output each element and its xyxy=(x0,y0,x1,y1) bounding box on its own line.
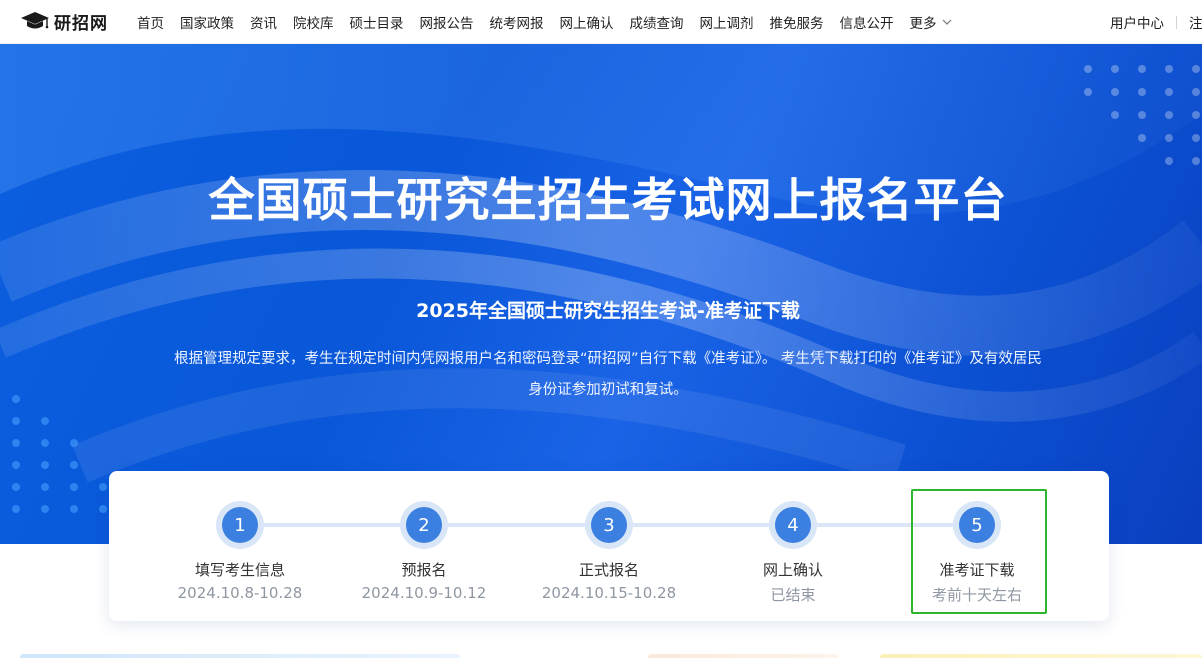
nav-more-label: 更多 xyxy=(909,16,937,32)
nav-item-home[interactable]: 首页 xyxy=(137,12,164,32)
graduation-cap-icon xyxy=(21,12,49,29)
step-number-halo: 3 xyxy=(585,501,633,549)
step-date: 2024.10.9-10.12 xyxy=(361,584,487,602)
step-2[interactable]: 2 预报名 2024.10.9-10.12 xyxy=(329,501,519,602)
nav-item-news[interactable]: 资讯 xyxy=(250,12,277,32)
step-3[interactable]: 3 正式报名 2024.10.15-10.28 xyxy=(514,501,704,602)
step-1[interactable]: 1 填写考生信息 2024.10.8-10.28 xyxy=(145,501,335,602)
hero-description: 根据管理规定要求，考生在规定时间内凭网报用户名和密码登录“研招网”自行下载《准考… xyxy=(174,351,1042,398)
site-logo[interactable]: 研招网 xyxy=(20,9,108,34)
hero-title: 全国硕士研究生招生考试网上报名平台 xyxy=(208,173,1008,227)
bottom-card-edge xyxy=(648,654,838,658)
step-number: 2 xyxy=(406,507,442,543)
step-date: 已结束 xyxy=(770,586,816,604)
step-number-halo: 1 xyxy=(216,501,264,549)
step-label: 正式报名 xyxy=(578,561,639,579)
hero-background-decoration xyxy=(0,44,1202,513)
nav-more-dropdown[interactable]: 更多 xyxy=(910,12,952,32)
nav-item-information-disclosure[interactable]: 信息公开 xyxy=(840,12,894,32)
user-center-link[interactable]: 用户中心 xyxy=(1110,12,1164,32)
step-number: 1 xyxy=(222,507,258,543)
registration-steps-card: 1 填写考生信息 2024.10.8-10.28 2 预报名 2024.10.9… xyxy=(109,471,1109,621)
bottom-card-edge xyxy=(20,654,460,658)
step-number-halo: 2 xyxy=(400,501,448,549)
step-label: 填写考生信息 xyxy=(194,561,285,579)
nav-item-online-confirmation[interactable]: 网上确认 xyxy=(560,12,614,32)
step-number-halo: 4 xyxy=(769,501,817,549)
hero-banner: 全国硕士研究生招生考试网上报名平台 2025年全国硕士研究生招生考试-准考证下载… xyxy=(0,44,1202,544)
nav-item-school-library[interactable]: 院校库 xyxy=(293,12,334,32)
bottom-card-edge xyxy=(880,654,1202,658)
nav-item-registration-notice[interactable]: 网报公告 xyxy=(420,12,474,32)
step-label: 预报名 xyxy=(401,561,447,579)
step-date: 2024.10.15-10.28 xyxy=(541,584,677,602)
main-nav: 首页 国家政策 资讯 院校库 硕士目录 网报公告 统考网报 网上确认 成绩查询 … xyxy=(137,0,952,44)
chevron-down-icon xyxy=(942,19,951,25)
step-number: 4 xyxy=(775,507,811,543)
user-links: 用户中心 注册 xyxy=(1110,0,1202,44)
nav-item-unified-registration[interactable]: 统考网报 xyxy=(490,12,544,32)
step-number: 3 xyxy=(591,507,627,543)
hero-subtitle: 2025年全国硕士研究生招生考试-准考证下载 xyxy=(416,300,800,322)
divider xyxy=(1176,15,1177,29)
step-date: 2024.10.8-10.28 xyxy=(177,584,303,602)
nav-item-master-catalog[interactable]: 硕士目录 xyxy=(350,12,404,32)
logo-text: 研招网 xyxy=(54,13,108,34)
nav-item-recommendation-service[interactable]: 推免服务 xyxy=(770,12,824,32)
step-label: 网上确认 xyxy=(762,561,823,579)
nav-item-score-query[interactable]: 成绩查询 xyxy=(630,12,684,32)
nav-item-online-adjustment[interactable]: 网上调剂 xyxy=(700,12,754,32)
register-link[interactable]: 注册 xyxy=(1189,12,1202,32)
top-navigation-bar: 研招网 首页 国家政策 资讯 院校库 硕士目录 网报公告 统考网报 网上确认 成… xyxy=(0,0,1202,44)
active-step-highlight xyxy=(911,489,1047,614)
step-4[interactable]: 4 网上确认 已结束 xyxy=(698,501,888,605)
nav-item-national-policy[interactable]: 国家政策 xyxy=(180,12,234,32)
